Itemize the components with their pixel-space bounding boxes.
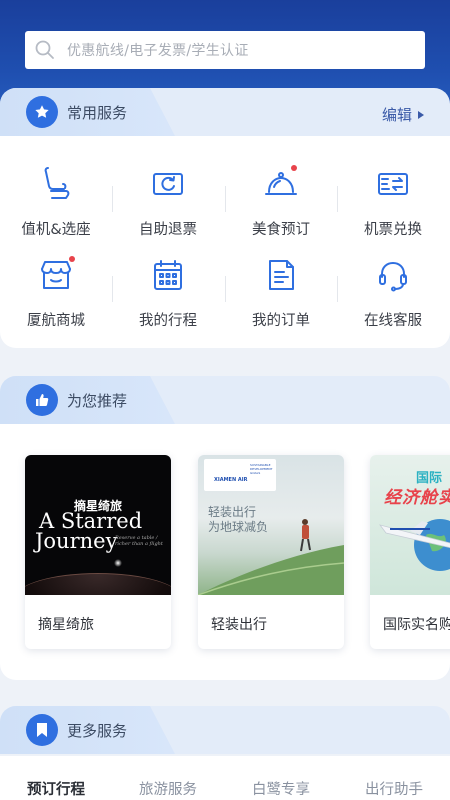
edit-button[interactable]: 编辑: [382, 104, 424, 125]
food-cloche-icon: [225, 162, 337, 206]
service-ticket-exchange[interactable]: 机票兑换: [337, 162, 449, 239]
order-document-icon: [225, 253, 337, 297]
service-food[interactable]: 美食预订: [225, 162, 337, 239]
refund-ticket-icon: [112, 162, 224, 206]
notification-dot: [69, 256, 75, 262]
section-title: 常用服务: [67, 104, 128, 122]
section-title: 为您推荐: [67, 392, 128, 410]
service-label: 在线客服: [364, 313, 422, 329]
shop-icon: [0, 253, 112, 297]
tab-travel-services[interactable]: 旅游服务: [139, 778, 197, 799]
recommend-header: 为您推荐: [0, 376, 450, 424]
service-label: 美食预订: [252, 222, 310, 238]
service-label: 值机&选座: [21, 222, 91, 238]
calendar-icon: [112, 253, 224, 297]
bookmark-icon: [26, 714, 58, 746]
more-services-tabs: 预订行程 旅游服务 白鹭专享 出行助手: [0, 756, 450, 800]
seat-icon: [0, 162, 112, 206]
card-image-travel-light: XIAMEN AIR SUSTAINABLE DEVELOPMENT GOALS…: [198, 455, 344, 595]
section-title: 更多服务: [67, 722, 128, 740]
notification-dot: [291, 165, 297, 171]
service-orders[interactable]: 我的订单: [225, 253, 337, 330]
tab-egret-exclusive[interactable]: 白鹭专享: [252, 778, 310, 799]
service-shop[interactable]: 厦航商城: [0, 253, 112, 330]
search-placeholder: 优惠航线/电子发票/学生认证: [67, 43, 249, 59]
search-bar[interactable]: 优惠航线/电子发票/学生认证: [25, 31, 425, 69]
service-customer-support[interactable]: 在线客服: [337, 253, 449, 330]
card-image-international: 国际 经济舱实: [370, 455, 450, 595]
tab-booking[interactable]: 预订行程: [27, 778, 85, 799]
service-label: 我的订单: [252, 313, 310, 329]
card-image-starred-journey: 摘星绮旅 A Starred Journey Reserve a table /…: [25, 455, 171, 595]
card-label: 国际实名购: [383, 617, 450, 633]
recommend-carousel: 摘星绮旅 A Starred Journey Reserve a table /…: [0, 424, 450, 680]
star-icon: [26, 96, 58, 128]
service-label: 厦航商城: [27, 313, 85, 329]
recommend-card[interactable]: XIAMEN AIR SUSTAINABLE DEVELOPMENT GOALS…: [198, 455, 344, 649]
search-icon: [35, 40, 54, 59]
thumbs-up-icon: [26, 384, 58, 416]
card-label: 摘星绮旅: [38, 617, 94, 633]
service-checkin[interactable]: 值机&选座: [0, 162, 112, 239]
ticket-exchange-icon: [337, 162, 449, 206]
common-services-grid: 值机&选座 自助退票 美食预订 机票兑换 厦航商城 我的行程 我的订单 在线客服: [0, 136, 450, 348]
more-services-header: 更多服务: [0, 706, 450, 754]
tab-travel-assistant[interactable]: 出行助手: [365, 778, 423, 799]
service-refund[interactable]: 自助退票: [112, 162, 224, 239]
service-label: 机票兑换: [364, 222, 422, 238]
service-itinerary[interactable]: 我的行程: [112, 253, 224, 330]
card-label: 轻装出行: [211, 617, 267, 633]
headset-icon: [337, 253, 449, 297]
service-label: 我的行程: [139, 313, 197, 329]
common-services-header: 常用服务 编辑: [0, 88, 450, 136]
caret-right-icon: [418, 110, 424, 119]
recommend-card[interactable]: 摘星绮旅 A Starred Journey Reserve a table /…: [25, 455, 171, 649]
service-label: 自助退票: [139, 222, 197, 238]
recommend-card[interactable]: 国际 经济舱实 国际实名购: [370, 455, 450, 649]
edit-label: 编辑: [381, 106, 412, 124]
